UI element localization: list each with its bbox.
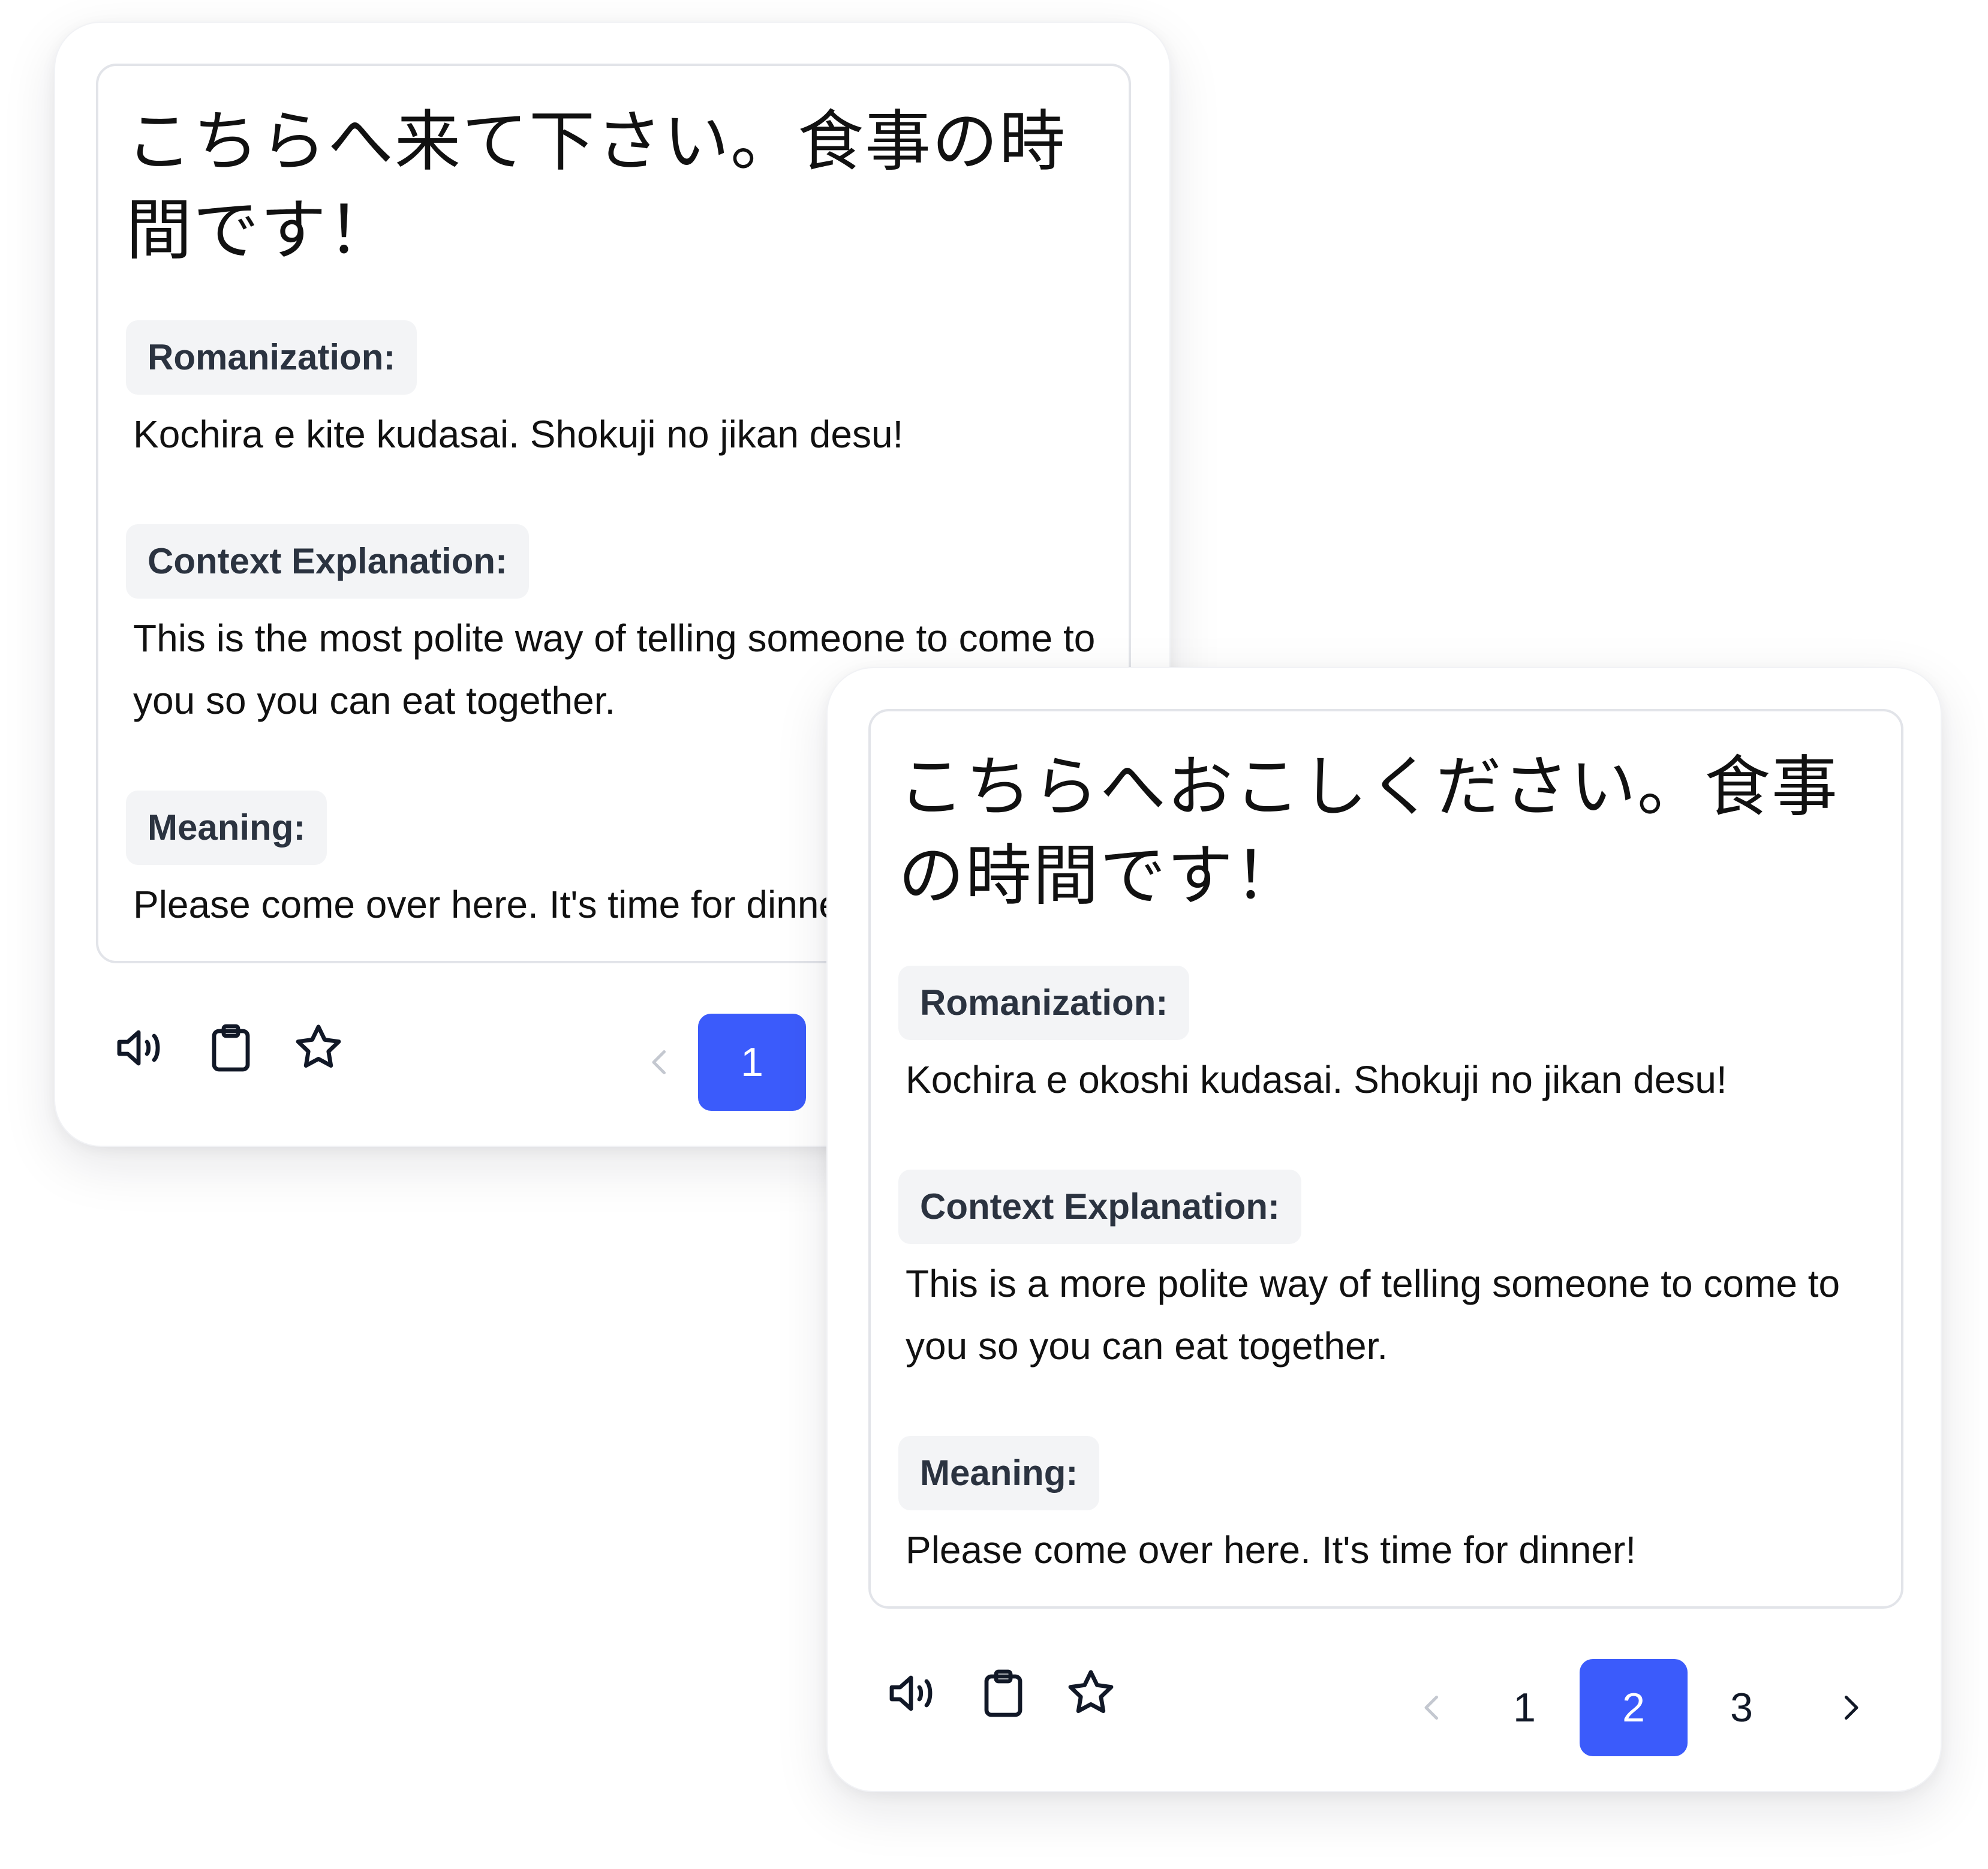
romanization-label: Romanization: — [898, 966, 1190, 1040]
context-explanation-label: Context Explanation: — [898, 1170, 1302, 1244]
romanization-text: Kochira e okoshi kudasai. Shokuji no jik… — [906, 1058, 1727, 1101]
chevron-left-icon — [652, 1050, 666, 1074]
phrase-card-2: こちらへおこしください。食事の時間です！ Romanization: Kochi… — [826, 667, 1942, 1792]
romanization-text: Kochira e kite kudasai. Shokuji no jikan… — [133, 413, 904, 456]
meaning-label: Meaning: — [126, 791, 327, 865]
meaning-label: Meaning: — [898, 1436, 1100, 1510]
pagination-prev-button[interactable] — [1378, 1659, 1486, 1756]
pagination-page-2[interactable]: 2 — [1580, 1659, 1688, 1756]
clipboard-icon[interactable] — [198, 1015, 264, 1081]
chevron-left-icon — [1424, 1696, 1438, 1720]
context-explanation-text: This is a more polite way of telling som… — [906, 1262, 1840, 1368]
star-icon[interactable] — [285, 1015, 351, 1081]
meaning-text: Please come over here. It's time for din… — [906, 1528, 1637, 1571]
phrase-content-box: こちらへおこしください。食事の時間です！ Romanization: Kochi… — [868, 709, 1903, 1609]
pagination-page-3[interactable]: 3 — [1688, 1659, 1795, 1756]
japanese-sentence: こちらへおこしください。食事の時間です！ — [898, 749, 1839, 914]
star-icon[interactable] — [1058, 1660, 1124, 1726]
pagination-page-1[interactable]: 1 — [1470, 1659, 1578, 1756]
chevron-right-icon — [1845, 1696, 1858, 1720]
speaker-icon[interactable] — [108, 1015, 174, 1081]
context-explanation-label: Context Explanation: — [126, 524, 530, 599]
romanization-label: Romanization: — [126, 320, 417, 395]
pagination-prev-button[interactable] — [606, 1014, 714, 1111]
pagination-page-1[interactable]: 1 — [698, 1014, 806, 1111]
clipboard-icon[interactable] — [970, 1660, 1036, 1726]
pagination-next-button[interactable] — [1797, 1659, 1905, 1756]
speaker-icon[interactable] — [880, 1660, 946, 1726]
japanese-sentence: こちらへ来て下さい。食事の時間です！ — [126, 103, 1066, 269]
